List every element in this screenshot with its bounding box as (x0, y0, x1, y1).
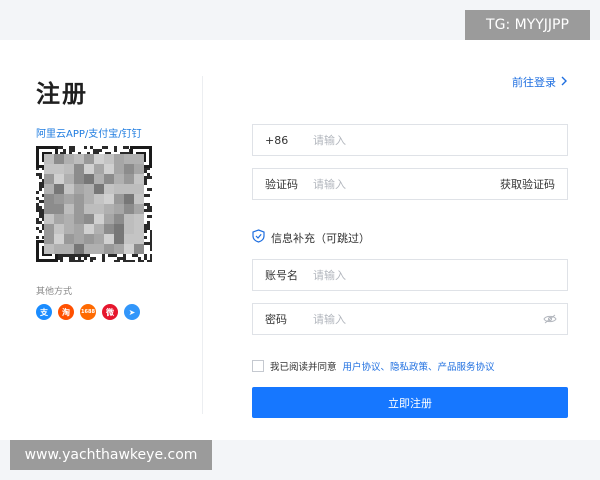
account-label: 账号名 (265, 269, 298, 282)
page-title: 注册 (36, 80, 88, 108)
shield-check-icon (252, 229, 265, 246)
account-input[interactable] (313, 268, 567, 282)
agreement-prefix: 我已阅读并同意 (270, 362, 337, 373)
verify-code-label: 验证码 (265, 178, 298, 191)
goto-login-label: 前往登录 (512, 76, 556, 89)
password-label: 密码 (265, 313, 287, 326)
country-code[interactable]: +86 (253, 134, 313, 147)
register-button[interactable]: 立即注册 (252, 387, 568, 418)
taobao-icon[interactable]: 淘 (58, 304, 74, 320)
dingtalk-icon[interactable]: ➤ (124, 304, 140, 320)
goto-login-link[interactable]: 前往登录 (512, 74, 568, 90)
phone-input[interactable] (313, 133, 567, 147)
column-divider (202, 76, 203, 414)
phone-field: +86 (252, 124, 568, 156)
1688-icon[interactable]: 1688 (80, 304, 96, 320)
info-supplement-label: 信息补充（可跳过） (271, 231, 370, 245)
get-code-button[interactable]: 获取验证码 (500, 176, 567, 192)
verify-code-input[interactable] (313, 177, 500, 191)
watermark-site: www.yachthawkeye.com (10, 440, 212, 470)
account-field: 账号名 (252, 259, 568, 291)
password-input[interactable] (313, 312, 543, 326)
agreement-checkbox[interactable] (252, 360, 264, 372)
verify-code-field: 验证码 获取验证码 (252, 168, 568, 200)
qr-code (36, 146, 152, 262)
info-supplement-header: 信息补充（可跳过） (252, 229, 370, 246)
password-field: 密码 (252, 303, 568, 335)
agreement-row: 我已阅读并同意 用户协议、隐私政策、产品服务协议 (252, 359, 495, 373)
scan-apps-label: 阿里云APP/支付宝/钉钉 (36, 129, 142, 140)
watermark-telegram: TG: MYYJJPP (465, 10, 590, 40)
eye-hidden-icon[interactable] (543, 314, 567, 324)
chevron-right-icon (560, 76, 568, 89)
social-login-row: 支淘 1688 微 ➤ (36, 304, 140, 320)
agreement-links[interactable]: 用户协议、隐私政策、产品服务协议 (343, 359, 495, 373)
other-methods-label: 其他方式 (36, 287, 73, 297)
weibo-icon[interactable]: 微 (102, 304, 118, 320)
alipay-icon[interactable]: 支 (36, 304, 52, 320)
